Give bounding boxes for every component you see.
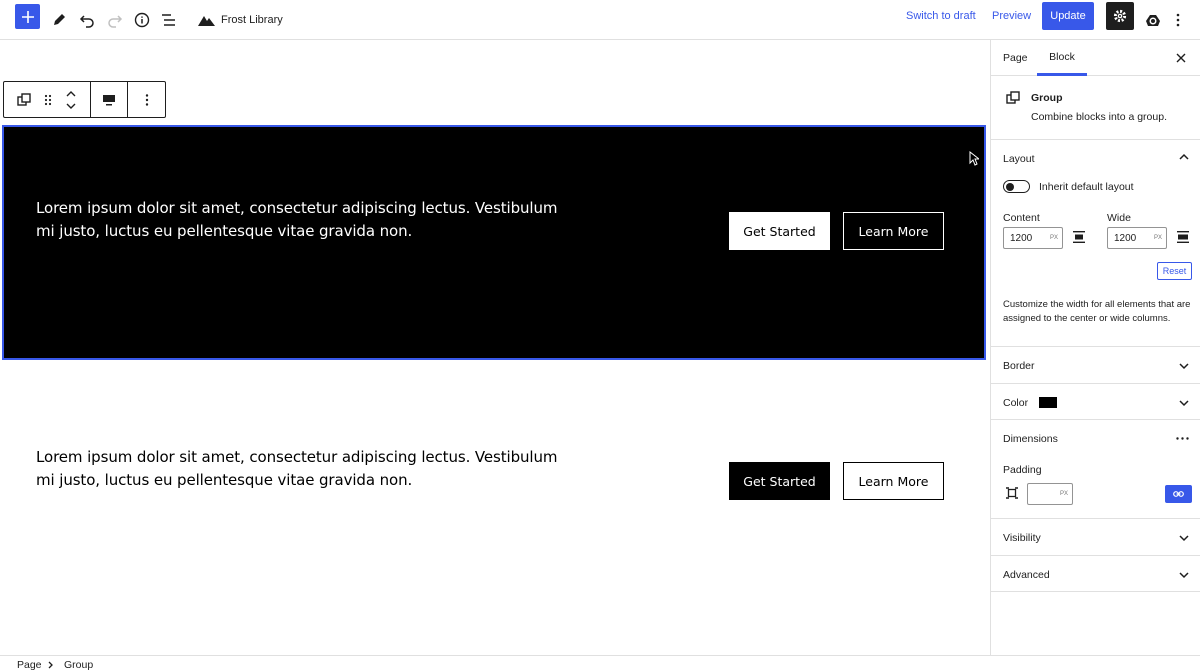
preview-link[interactable]: Preview xyxy=(992,10,1031,22)
link-sides-button[interactable] xyxy=(1165,485,1192,503)
justify-center-icon[interactable] xyxy=(1073,231,1085,243)
chevron-down-icon xyxy=(1179,535,1189,542)
pencil-icon xyxy=(54,14,65,25)
editor-header: Frost Library Switch to draft Preview Up… xyxy=(0,0,1200,40)
get-started-button-2[interactable]: Get Started xyxy=(729,462,830,500)
drag-handle-icon[interactable] xyxy=(44,94,52,106)
group-block-icon[interactable] xyxy=(16,92,31,107)
visibility-panel[interactable]: Visibility xyxy=(991,518,1200,555)
color-panel-title: Color xyxy=(1003,397,1029,409)
learn-more-button-2[interactable]: Learn More xyxy=(843,462,944,500)
site-title: Frost Library xyxy=(221,14,283,26)
group-block-icon xyxy=(1006,91,1020,104)
padding-label: Padding xyxy=(1003,464,1042,476)
mountain-logo-icon xyxy=(198,15,215,26)
tab-block[interactable]: Block xyxy=(1037,40,1087,76)
sidebar-tabs: Page Block xyxy=(991,40,1200,76)
list-view-button[interactable] xyxy=(153,4,185,36)
settings-button[interactable] xyxy=(1106,2,1134,30)
padding-input[interactable]: PX xyxy=(1027,483,1073,505)
layout-help-text: Customize the width for all elements tha… xyxy=(1003,299,1191,324)
block-options-button[interactable] xyxy=(128,82,165,117)
content-width-input[interactable]: 1200 PX xyxy=(1003,227,1063,249)
add-block-button[interactable] xyxy=(15,4,40,29)
chevron-up-icon[interactable] xyxy=(1179,153,1189,161)
breadcrumb-group[interactable]: Group xyxy=(64,659,93,671)
content-width-label: Content xyxy=(1003,212,1040,224)
editor-canvas[interactable]: Lorem ipsum dolor sit amet, consectetur … xyxy=(0,40,990,655)
vertical-ellipsis-icon xyxy=(145,93,148,106)
wide-width-label: Wide xyxy=(1107,212,1131,224)
reset-button[interactable]: Reset xyxy=(1157,262,1192,280)
chevron-down-icon xyxy=(1179,572,1189,579)
vertical-ellipsis-icon xyxy=(1176,13,1180,27)
move-up-down-icon[interactable] xyxy=(65,90,77,110)
switch-to-draft-link[interactable]: Switch to draft xyxy=(906,10,976,22)
block-type-group xyxy=(4,82,91,117)
inherit-layout-label: Inherit default layout xyxy=(1039,181,1134,193)
align-full-width-icon xyxy=(103,94,115,105)
undo-icon xyxy=(79,15,94,28)
cta-paragraph-2[interactable]: Lorem ipsum dolor sit amet, consectetur … xyxy=(36,446,566,492)
chevron-down-icon xyxy=(1179,363,1189,370)
link-icon xyxy=(1173,491,1184,497)
plus-icon xyxy=(21,10,34,23)
tab-page[interactable]: Page xyxy=(1003,40,1028,76)
mouse-cursor-icon xyxy=(969,151,979,166)
wide-width-input[interactable]: 1200 PX xyxy=(1107,227,1167,249)
block-breadcrumb: Page Group xyxy=(0,655,1200,671)
layout-panel-title[interactable]: Layout xyxy=(1003,153,1035,165)
box-sides-icon xyxy=(1006,487,1018,499)
border-panel-title: Border xyxy=(1003,360,1035,372)
block-card-title: Group xyxy=(1031,92,1063,104)
color-swatch xyxy=(1039,397,1057,408)
settings-sidebar: Page Block Group Combine blocks into a g… xyxy=(990,40,1200,655)
visibility-panel-title: Visibility xyxy=(1003,532,1041,544)
block-toolbar xyxy=(3,81,166,118)
info-icon xyxy=(134,12,150,28)
gear-icon xyxy=(1113,9,1127,23)
selected-group-block[interactable]: Lorem ipsum dolor sit amet, consectetur … xyxy=(2,125,986,360)
update-button[interactable]: Update xyxy=(1042,2,1094,30)
justify-stretch-icon[interactable] xyxy=(1177,231,1189,243)
site-title-link[interactable]: Frost Library xyxy=(198,9,283,31)
align-button[interactable] xyxy=(91,82,128,117)
block-card-description: Combine blocks into a group. xyxy=(1031,111,1167,123)
breadcrumb-page[interactable]: Page xyxy=(17,659,42,671)
close-icon[interactable] xyxy=(1176,53,1186,63)
color-panel[interactable]: Color xyxy=(991,383,1200,419)
advanced-panel[interactable]: Advanced xyxy=(991,555,1200,592)
border-panel[interactable]: Border xyxy=(991,346,1200,383)
dimensions-panel-title: Dimensions xyxy=(1003,433,1058,445)
advanced-panel-title: Advanced xyxy=(1003,569,1050,581)
dimensions-panel: Dimensions Padding PX xyxy=(991,419,1200,518)
learn-more-button[interactable]: Learn More xyxy=(843,212,944,250)
list-view-icon xyxy=(162,14,175,26)
redo-icon xyxy=(108,15,123,28)
inherit-layout-toggle[interactable] xyxy=(1003,180,1030,193)
get-started-button[interactable]: Get Started xyxy=(729,212,830,250)
horizontal-ellipsis-icon[interactable] xyxy=(1176,437,1189,440)
layout-panel: Layout Inherit default layout Content 12… xyxy=(991,139,1200,346)
plugin-logo-icon xyxy=(1146,15,1160,26)
chevron-down-icon xyxy=(1179,400,1189,407)
options-menu-button[interactable] xyxy=(1162,4,1194,36)
cta-paragraph[interactable]: Lorem ipsum dolor sit amet, consectetur … xyxy=(36,197,566,243)
